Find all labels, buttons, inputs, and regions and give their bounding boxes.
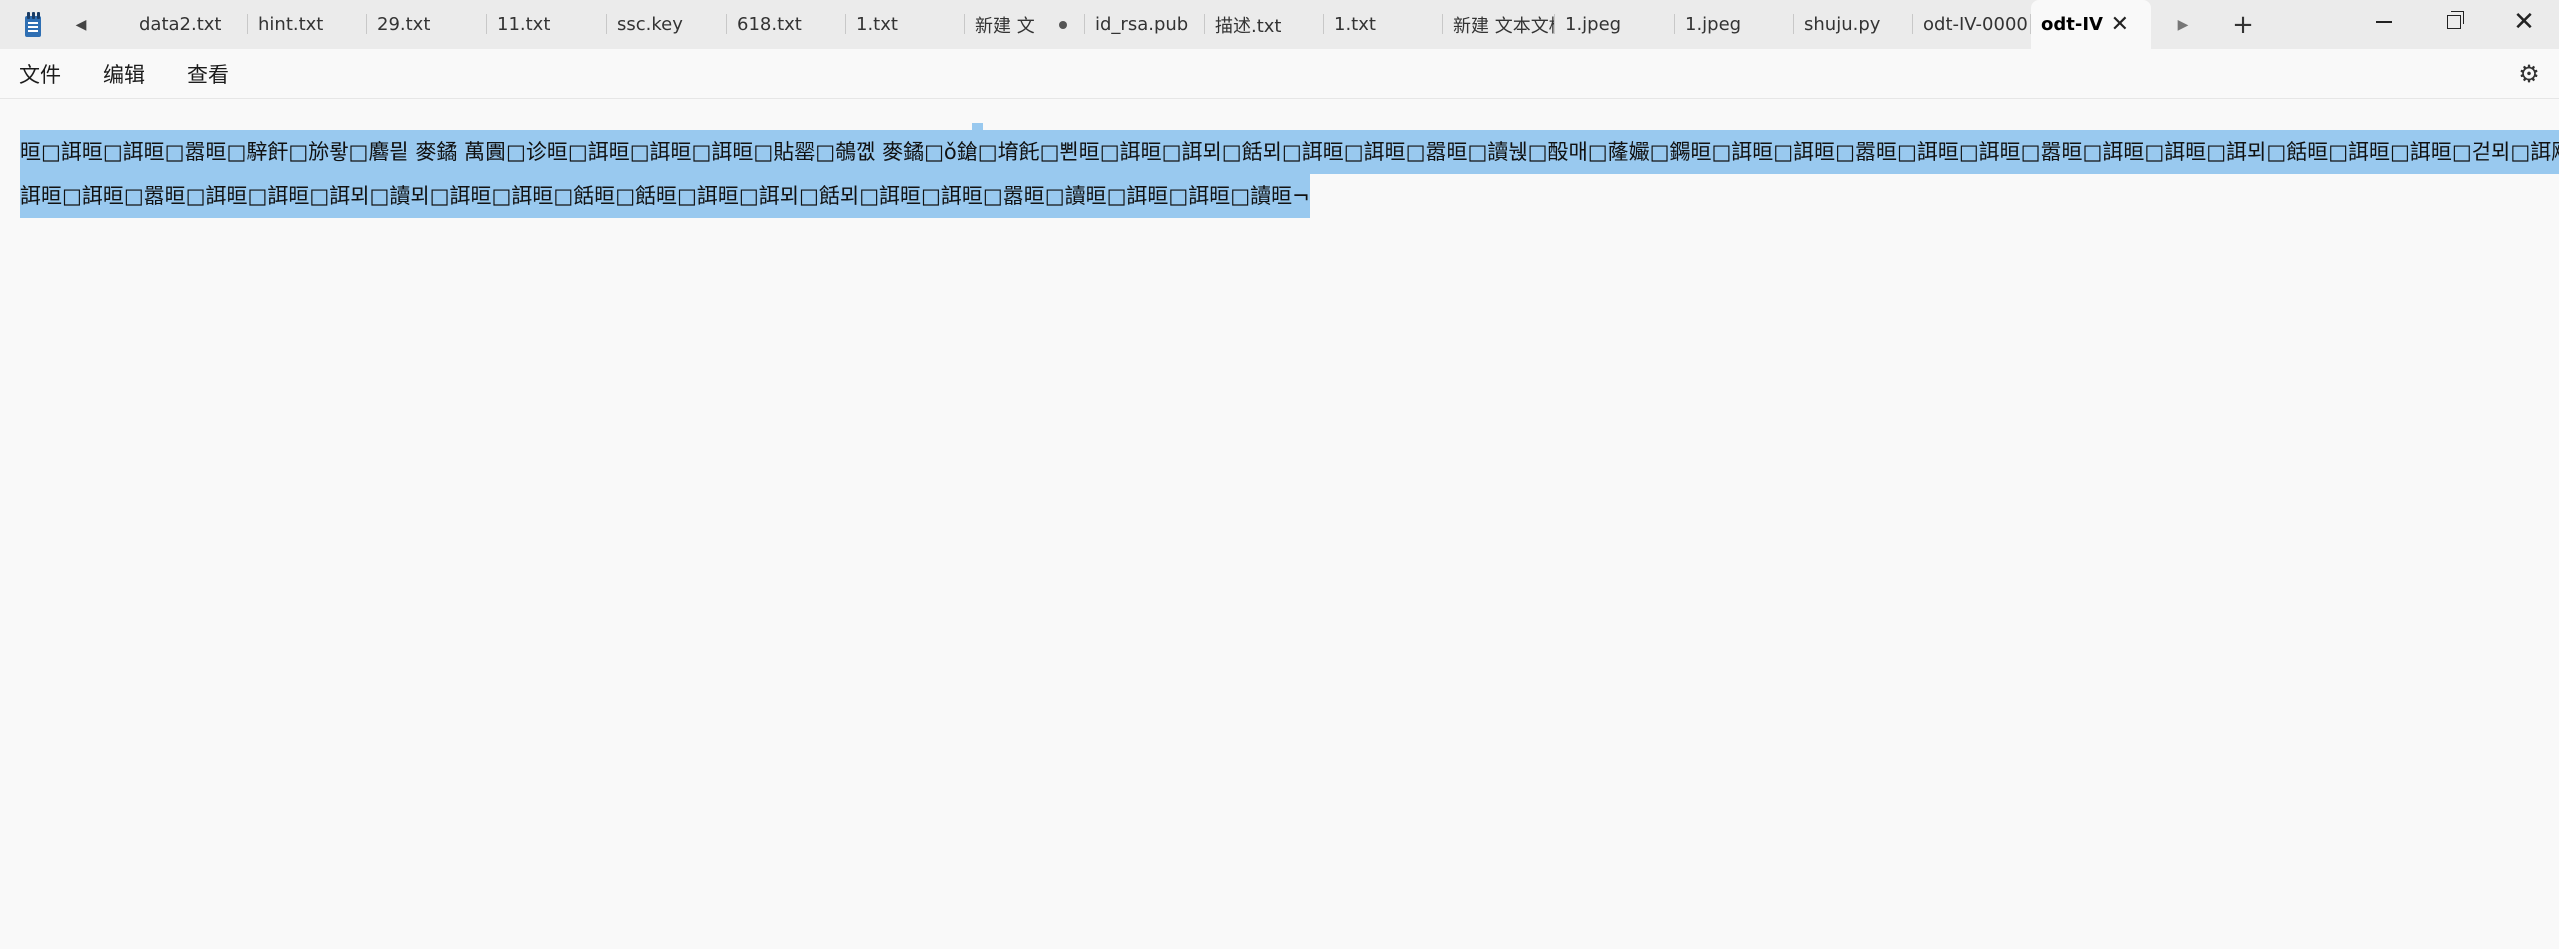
tab[interactable]: hint.txt [248, 0, 367, 49]
tab[interactable]: id_rsa.pub [1085, 0, 1205, 49]
tab-label: id_rsa.pub [1095, 14, 1189, 35]
tab-label: 11.txt [497, 14, 551, 35]
menu-view[interactable]: 查看 [187, 59, 229, 89]
tab-label: odt-IV [2041, 14, 2103, 35]
tab-label: 新建 文本文档 [1453, 15, 1555, 37]
scroll-tabs-left-button[interactable]: ◀ [61, 5, 101, 45]
restore-icon [2447, 11, 2464, 29]
tab-active[interactable]: odt-IV ✕ [2031, 0, 2151, 49]
menu-bar: 文件 编辑 查看 ⚙ [0, 49, 2559, 99]
tab-label: 29.txt [377, 14, 431, 35]
tab-modified[interactable]: 新建 文 [965, 0, 1085, 49]
tab-bar: ◀ data2.txt hint.txt 29.txt 11.txt ssc.k… [0, 0, 2559, 49]
scroll-tabs-right-button[interactable]: ▶ [2163, 5, 2203, 45]
window-controls: ✕ [2349, 0, 2559, 49]
restore-button[interactable] [2419, 0, 2489, 44]
tab[interactable]: 11.txt [487, 0, 607, 49]
tab-label: 新建 文 [975, 15, 1035, 37]
minimize-icon [2376, 21, 2392, 23]
tab[interactable]: 1.txt [846, 0, 965, 49]
notepad-icon [23, 11, 43, 38]
tab[interactable]: 1.jpeg [1675, 0, 1794, 49]
tab[interactable]: 618.txt [727, 0, 846, 49]
minimize-button[interactable] [2349, 0, 2419, 44]
text-editor[interactable]: 晅□誀晅□誀晅□嚣晅□騂飦□旀뢓□麔믵 麥鐍 萬圚□诊晅□誀晅□誀晅□誀晅□貼罂… [0, 99, 2559, 949]
tab[interactable]: 1.txt [1324, 0, 1443, 49]
close-icon: ✕ [2513, 7, 2535, 37]
close-window-button[interactable]: ✕ [2489, 0, 2559, 44]
tab-label: hint.txt [258, 14, 324, 35]
tab-label: shuju.py [1804, 14, 1881, 35]
tab-label: ssc.key [617, 14, 683, 35]
tab[interactable]: odt-IV-0000 [1913, 0, 2031, 49]
tab-label: 描述.txt [1215, 15, 1282, 37]
editor-line-1: 晅□誀晅□誀晅□嚣晅□騂飦□旀뢓□麔믵 麥鐍 萬圚□诊晅□誀晅□誀晅□誀晅□貼罂… [20, 130, 2559, 174]
tab[interactable]: 描述.txt [1205, 0, 1324, 49]
tab-label: 618.txt [737, 14, 802, 35]
tab[interactable]: shuju.py [1794, 0, 1913, 49]
tab-label: odt-IV-0000 [1923, 14, 2028, 35]
tab-label: 1.txt [856, 14, 898, 35]
settings-gear-icon[interactable]: ⚙ [2517, 60, 2541, 88]
tab[interactable]: 29.txt [367, 0, 487, 49]
tab-list: data2.txt hint.txt 29.txt 11.txt ssc.key… [129, 0, 2151, 49]
menu-edit[interactable]: 编辑 [103, 59, 145, 89]
tab-label: 1.jpeg [1685, 14, 1742, 35]
tab[interactable]: 新建 文本文档 [1443, 0, 1555, 49]
tab-label: 1.txt [1334, 14, 1376, 35]
tab[interactable]: data2.txt [129, 0, 248, 49]
tab-label: 1.jpeg [1565, 14, 1622, 35]
editor-line-2: 誀晅□誀晅□嚣晅□誀晅□誀晅□誀뫼□讀뫼□誀晅□誀晅□餂晅□餂晅□誀晅□誀뫼□餂… [20, 174, 1310, 218]
tab-label: data2.txt [139, 14, 222, 35]
unsaved-dot-icon [1059, 21, 1067, 29]
tab[interactable]: ssc.key [607, 0, 727, 49]
close-tab-icon[interactable]: ✕ [2111, 12, 2129, 37]
add-tab-button[interactable]: + [2223, 5, 2263, 45]
tab[interactable]: 1.jpeg [1555, 0, 1675, 49]
menu-file[interactable]: 文件 [19, 59, 61, 89]
